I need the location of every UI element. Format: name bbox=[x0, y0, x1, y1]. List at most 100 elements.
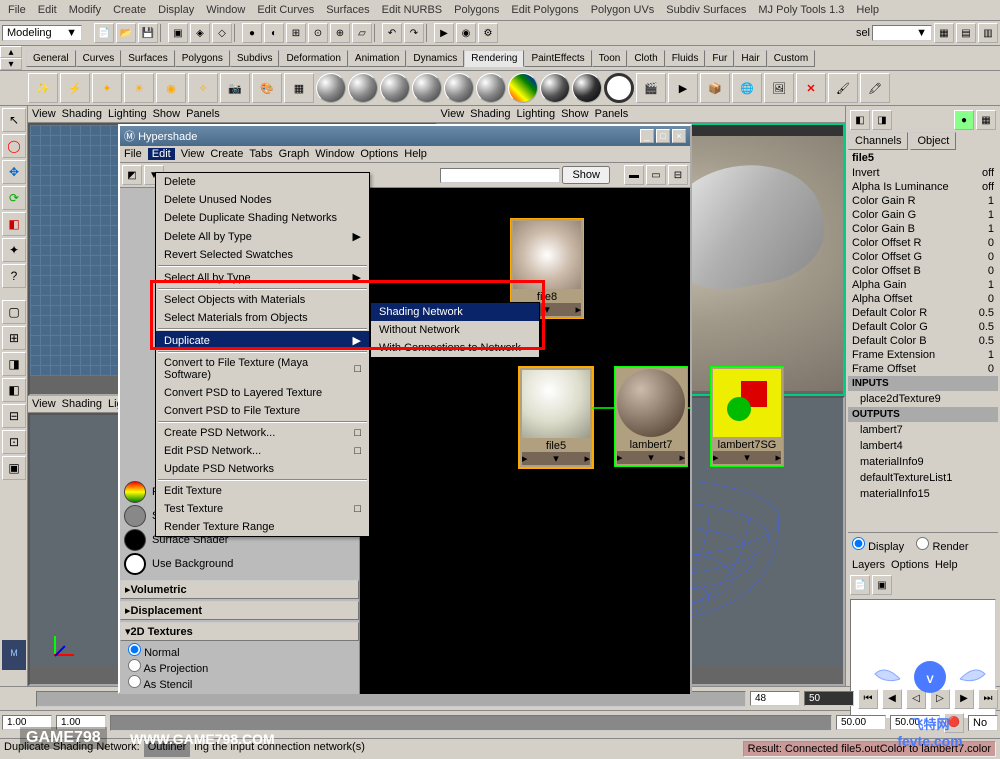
vp2-panels[interactable]: Panels bbox=[595, 108, 629, 120]
tab-curves[interactable]: Curves bbox=[76, 50, 122, 67]
menu-polygons[interactable]: Polygons bbox=[450, 2, 503, 18]
hs-menu-file[interactable]: File bbox=[124, 148, 142, 160]
hs-view3-icon[interactable]: ⊟ bbox=[668, 165, 688, 185]
paint-icon[interactable]: 🖌 bbox=[828, 73, 858, 103]
smi-without-network[interactable]: Without Network bbox=[371, 321, 539, 339]
mi-convert-psd-layer[interactable]: Convert PSD to Layered Texture bbox=[156, 384, 369, 402]
menu-editcurves[interactable]: Edit Curves bbox=[253, 2, 318, 18]
mi-delete-type[interactable]: Delete All by Type▶ bbox=[156, 227, 369, 246]
tab-dynamics[interactable]: Dynamics bbox=[406, 50, 464, 67]
open-scene-icon[interactable]: 📂 bbox=[116, 23, 136, 43]
delete-x-icon[interactable]: ✕ bbox=[796, 73, 826, 103]
snap-plane-icon[interactable]: ▱ bbox=[352, 23, 372, 43]
layer-new-icon[interactable]: 📄 bbox=[850, 575, 870, 595]
attr-row[interactable]: Invertoff bbox=[848, 166, 998, 180]
tex-normal-radio[interactable]: Normal bbox=[128, 647, 180, 659]
tab-polygons[interactable]: Polygons bbox=[175, 50, 230, 67]
select-comp-icon[interactable]: ◇ bbox=[212, 23, 232, 43]
node-name[interactable]: file5 bbox=[848, 150, 998, 166]
hs-tb1-icon[interactable]: ◩ bbox=[122, 165, 142, 185]
menu-modify[interactable]: Modify bbox=[65, 2, 105, 18]
tab-deformation[interactable]: Deformation bbox=[279, 50, 347, 67]
ipr-icon[interactable]: ◉ bbox=[456, 23, 476, 43]
sec-volumetric[interactable]: ▸ Volumetric bbox=[120, 580, 359, 599]
hs-menu-options[interactable]: Options bbox=[360, 148, 398, 160]
render-icon[interactable]: ▶ bbox=[434, 23, 454, 43]
vp3-shading[interactable]: Shading bbox=[62, 398, 102, 410]
mat1-icon[interactable] bbox=[316, 73, 346, 103]
layers-menu-options[interactable]: Options bbox=[891, 559, 929, 571]
shelf-down-icon[interactable]: ▾ bbox=[0, 58, 22, 70]
vp-panels[interactable]: Panels bbox=[186, 108, 220, 120]
cb-icon2[interactable]: ◨ bbox=[872, 110, 892, 130]
menu-display[interactable]: Display bbox=[154, 2, 198, 18]
smi-with-connections[interactable]: With Connections to Network bbox=[371, 339, 539, 357]
mi-revert[interactable]: Revert Selected Swatches bbox=[156, 246, 369, 264]
tex-stencil-radio[interactable]: As Stencil bbox=[128, 679, 192, 691]
mi-edit-tex[interactable]: Edit Texture bbox=[156, 482, 369, 500]
vp3-view[interactable]: View bbox=[32, 398, 56, 410]
shelf-up-icon[interactable]: ▴ bbox=[0, 46, 22, 58]
select-obj-icon[interactable]: ◈ bbox=[190, 23, 210, 43]
hypershade-icon[interactable]: 🎨 bbox=[252, 73, 282, 103]
mat2-icon[interactable] bbox=[348, 73, 378, 103]
select-tool-icon[interactable]: ↖ bbox=[2, 108, 26, 132]
node-file5[interactable]: file5 ▸▾▸ bbox=[518, 366, 594, 469]
mat-usebackground[interactable]: Use Background bbox=[122, 552, 357, 576]
menu-file[interactable]: File bbox=[4, 2, 30, 18]
view5-icon[interactable]: ⊟ bbox=[2, 404, 26, 428]
menu-polygonuvs[interactable]: Polygon UVs bbox=[587, 2, 659, 18]
mi-create-psd[interactable]: Create PSD Network...□ bbox=[156, 424, 369, 442]
output-node[interactable]: defaultTextureList1 bbox=[848, 470, 998, 486]
lasso-tool-icon[interactable]: ◯ bbox=[2, 134, 26, 158]
ipr-shelf-icon[interactable]: ▶ bbox=[668, 73, 698, 103]
mi-select-type[interactable]: Select All by Type▶ bbox=[156, 268, 369, 287]
tab-general[interactable]: General bbox=[26, 50, 76, 67]
hs-menu-window[interactable]: Window bbox=[315, 148, 354, 160]
light-vol-icon[interactable]: ◉ bbox=[156, 73, 186, 103]
panel-toggle2-icon[interactable]: ▤ bbox=[956, 23, 976, 43]
light-amb-icon[interactable]: ✧ bbox=[188, 73, 218, 103]
output-node[interactable]: lambert7 bbox=[848, 422, 998, 438]
minimize-icon[interactable]: _ bbox=[640, 129, 654, 143]
attr-row[interactable]: Color Offset R0 bbox=[848, 236, 998, 250]
cam-icon[interactable]: 📷 bbox=[220, 73, 250, 103]
save-scene-icon[interactable]: 💾 bbox=[138, 23, 158, 43]
select-hier-icon[interactable]: ▣ bbox=[168, 23, 188, 43]
light-dir-icon[interactable]: ⚡ bbox=[60, 73, 90, 103]
hs-filter-input[interactable] bbox=[440, 168, 560, 183]
mi-convert-file[interactable]: Convert to File Texture (Maya Software)□ bbox=[156, 354, 369, 384]
mi-duplicate[interactable]: Duplicate▶ bbox=[156, 331, 369, 350]
new-scene-icon[interactable]: 📄 bbox=[94, 23, 114, 43]
brush-icon[interactable]: 🖍 bbox=[860, 73, 890, 103]
mi-select-mat[interactable]: Select Materials from Objects bbox=[156, 309, 369, 327]
vp-shading[interactable]: Shading bbox=[62, 108, 102, 120]
output-node[interactable]: materialInfo15 bbox=[848, 486, 998, 502]
outputs-header[interactable]: OUTPUTS bbox=[848, 407, 998, 422]
move-tool-icon[interactable]: ✥ bbox=[2, 160, 26, 184]
inputs-header[interactable]: INPUTS bbox=[848, 376, 998, 391]
display-radio[interactable]: Display bbox=[852, 541, 904, 553]
cb-icon3[interactable]: ● bbox=[954, 110, 974, 130]
attr-row[interactable]: Alpha Is Luminanceoff bbox=[848, 180, 998, 194]
hypershade-titlebar[interactable]: Ⓜ Hypershade _ □ × bbox=[120, 126, 690, 146]
mi-edit-psd[interactable]: Edit PSD Network...□ bbox=[156, 442, 369, 460]
attr-row[interactable]: Alpha Offset0 bbox=[848, 292, 998, 306]
tex-icon[interactable]: ▦ bbox=[284, 73, 314, 103]
menu-help[interactable]: Help bbox=[852, 2, 883, 18]
cb-icon1[interactable]: ◧ bbox=[850, 110, 870, 130]
tab-fur[interactable]: Fur bbox=[705, 50, 734, 67]
close-icon[interactable]: × bbox=[672, 129, 686, 143]
panel-toggle1-icon[interactable]: ▦ bbox=[934, 23, 954, 43]
mi-delete[interactable]: Delete bbox=[156, 173, 369, 191]
sec-2dtextures[interactable]: ▾ 2D Textures bbox=[120, 622, 359, 641]
tab-object[interactable]: Object bbox=[910, 132, 956, 150]
light-point-icon[interactable]: ✦ bbox=[92, 73, 122, 103]
view4-icon[interactable]: ◧ bbox=[2, 378, 26, 402]
sel-field[interactable]: ▼ bbox=[872, 25, 932, 41]
menu-edit[interactable]: Edit bbox=[34, 2, 61, 18]
mi-delete-dup[interactable]: Delete Duplicate Shading Networks bbox=[156, 209, 369, 227]
tab-cloth[interactable]: Cloth bbox=[627, 50, 664, 67]
node-lambert7sg[interactable]: lambert7SG ▸▾▸ bbox=[710, 366, 784, 467]
snap-point-icon[interactable]: ⊕ bbox=[330, 23, 350, 43]
